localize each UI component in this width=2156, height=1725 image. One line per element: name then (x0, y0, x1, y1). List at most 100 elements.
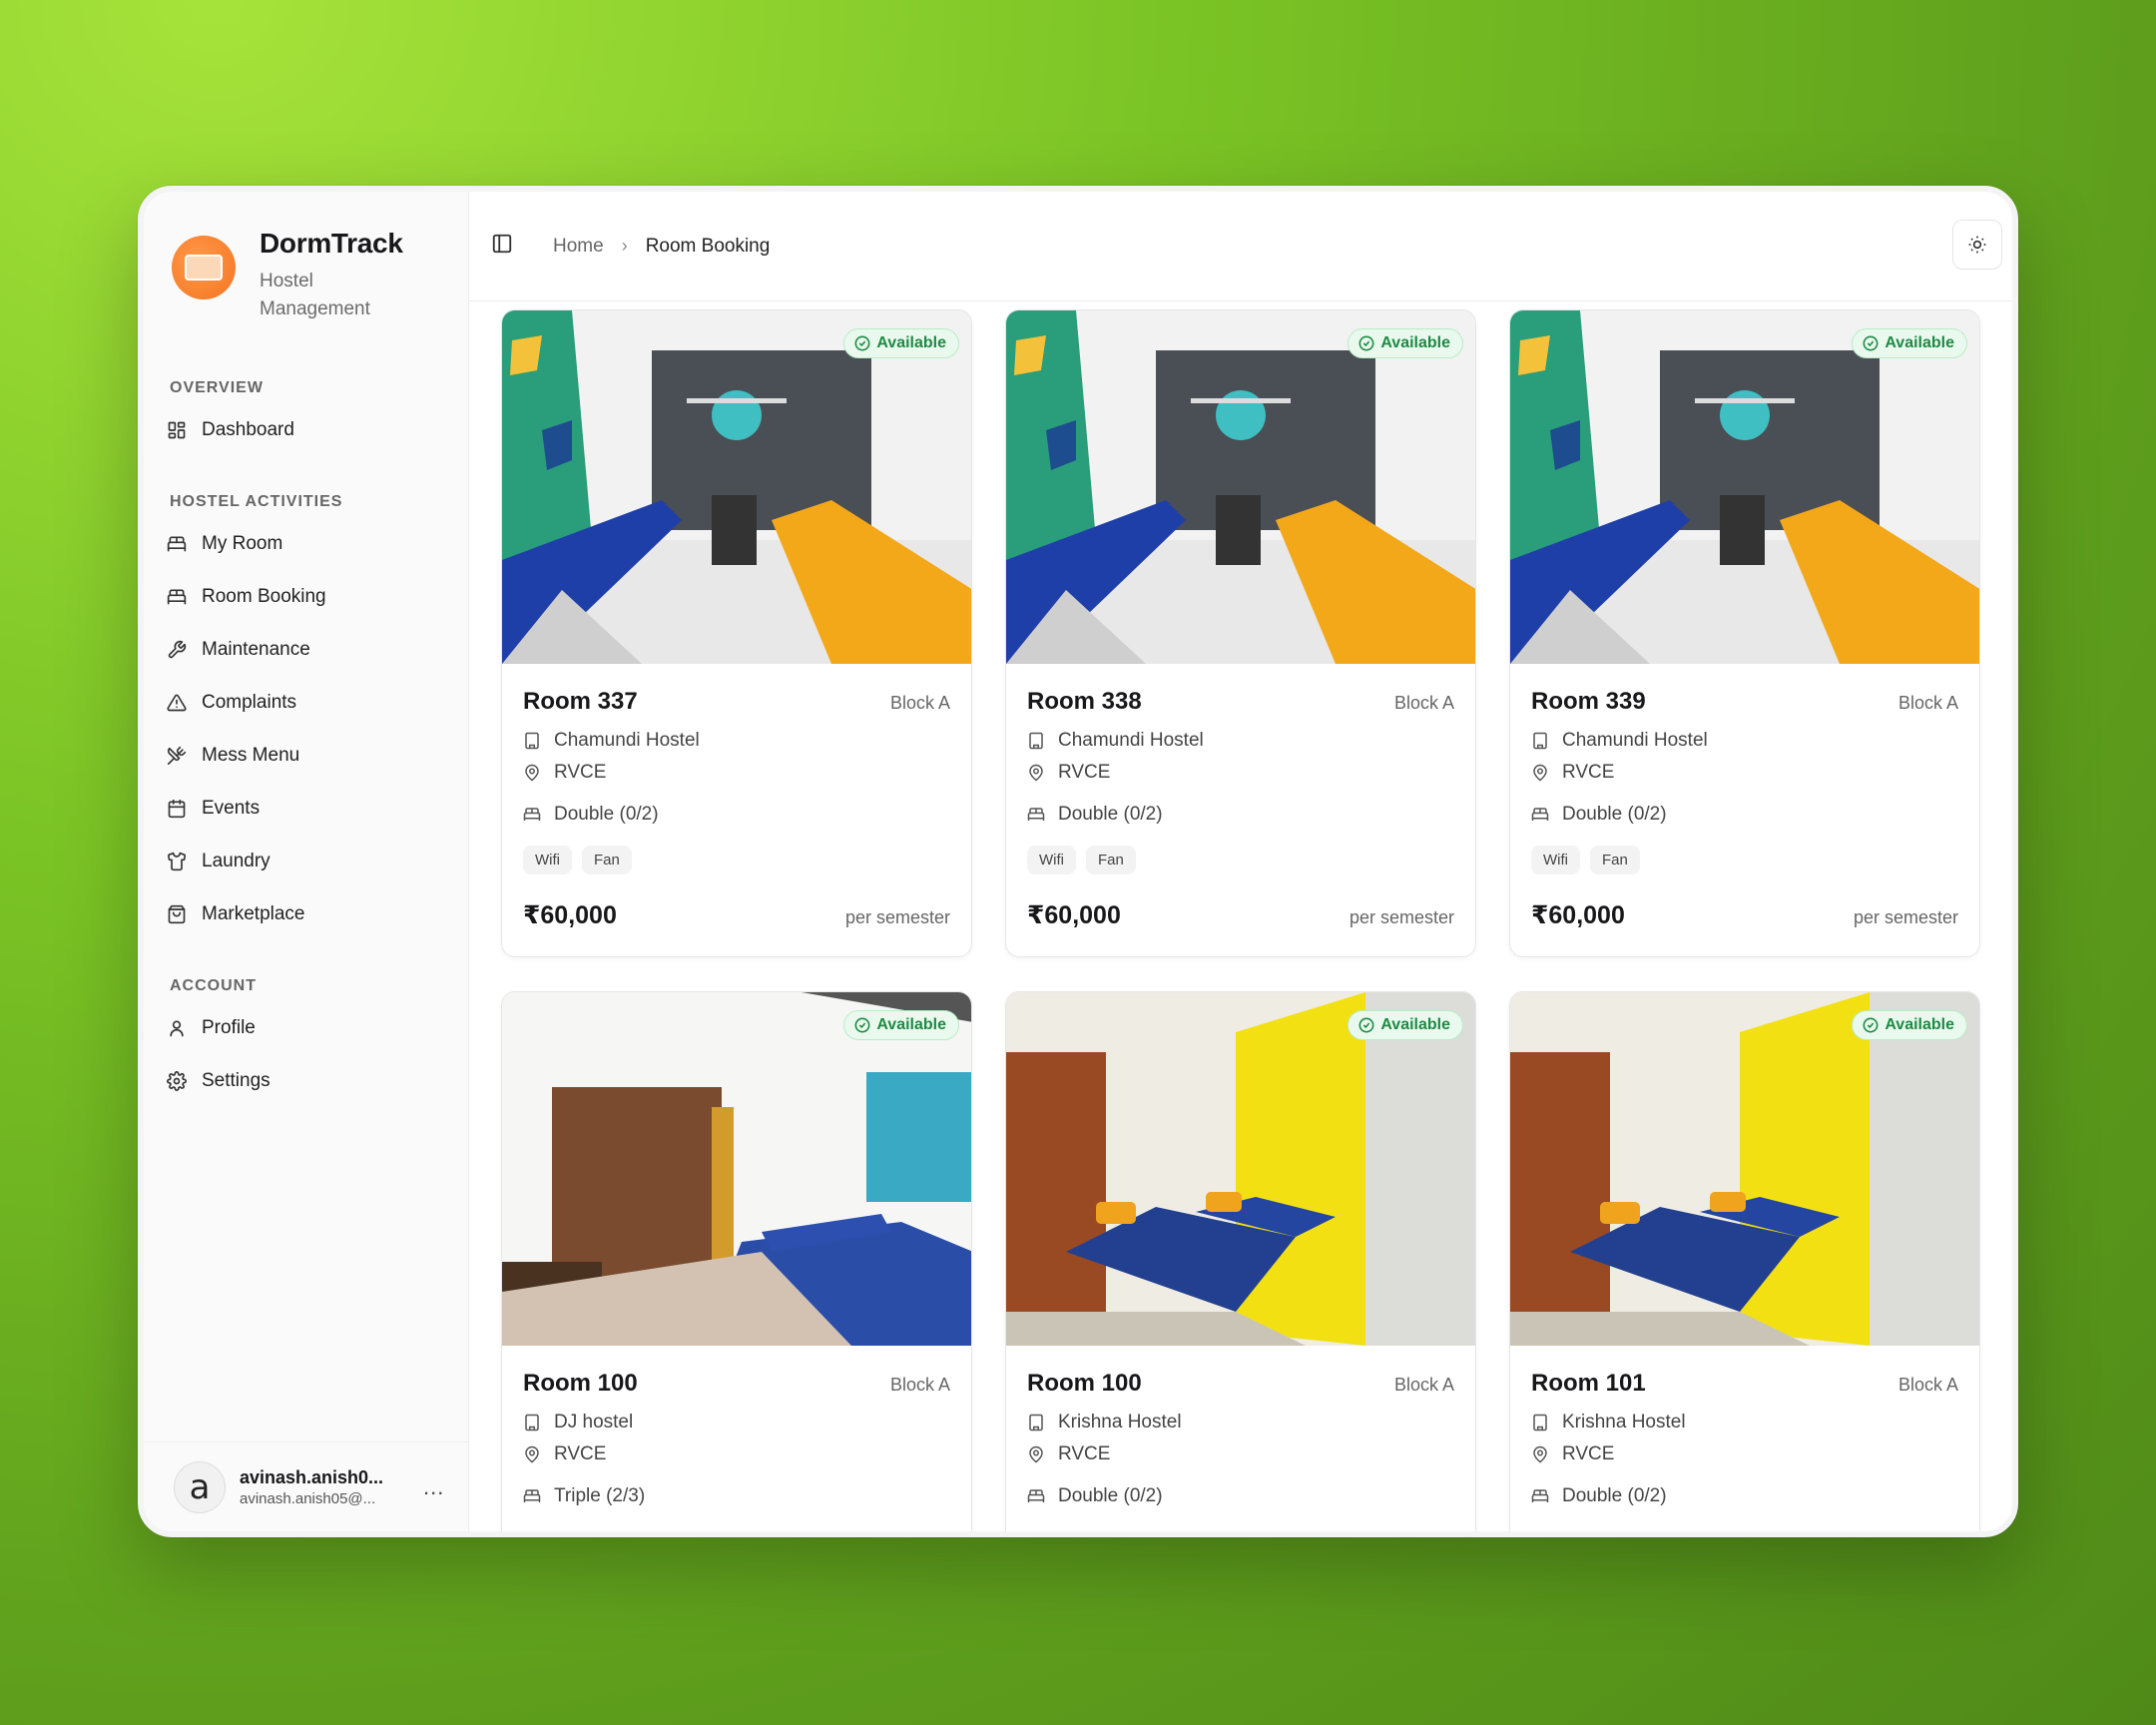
status-label: Available (1380, 334, 1450, 351)
check-circle-icon (1863, 1017, 1879, 1033)
amenity-tag: Fan (582, 846, 632, 874)
building-icon (1029, 732, 1043, 750)
price-period: per semester (844, 907, 950, 927)
room-hostel: DJ hostel (554, 1412, 634, 1433)
sidebar-toggle-icon[interactable] (491, 233, 513, 260)
sun-icon (1968, 236, 1986, 254)
building-icon (1533, 1414, 1547, 1432)
room-block: Block A (889, 1375, 950, 1395)
sidebar-item-label: Mess Menu (202, 744, 300, 766)
room-occupancy: Double (0/2) (554, 804, 659, 825)
room-block: Block A (1897, 1375, 1958, 1395)
amenity-tags: Wifi Fan (1027, 846, 1454, 874)
sidebar-item-marketplace[interactable]: Marketplace (144, 887, 468, 940)
room-card[interactable]: Available Room 337 Block A Chamundi Hostel R… (501, 309, 972, 957)
sidebar-item-label: My Room (202, 532, 283, 554)
check-circle-icon (1358, 335, 1374, 351)
breadcrumb-current: Room Booking (645, 235, 771, 257)
price-period: per semester (1348, 907, 1454, 927)
sidebar-item-label: Marketplace (202, 902, 305, 924)
price-period: per semester (1853, 907, 1958, 927)
room-photo: Available (1510, 992, 1979, 1346)
room-name: Room 100 (523, 1370, 638, 1397)
room-grid: Available Room 337 Block A Chamundi Hostel R… (501, 309, 1980, 1531)
room-hostel: Chamundi Hostel (1058, 730, 1204, 751)
bed-icon (1027, 808, 1045, 821)
status-label: Available (1380, 1016, 1450, 1033)
room-name: Room 338 (1027, 688, 1142, 715)
user-email: avinash.anish05@... (240, 1489, 376, 1507)
status-label: Available (876, 1016, 946, 1033)
user-name: avinash.anish0... (240, 1466, 384, 1487)
room-photo: Available (1006, 310, 1475, 664)
room-block: Block A (889, 693, 950, 713)
more-options-icon[interactable]: ... (423, 1474, 444, 1500)
room-price: ₹60,000 (1027, 901, 1121, 929)
breadcrumb-separator: › (621, 236, 628, 256)
check-circle-icon (854, 1017, 870, 1033)
room-card[interactable]: Available Room 100 Block A Krishna Hostel RV… (1005, 991, 1476, 1531)
sidebar-item-label: Settings (202, 1069, 270, 1091)
sidebar-item-room-booking[interactable]: Room Booking (144, 570, 468, 623)
check-circle-icon (1863, 335, 1879, 351)
brand[interactable]: DormTrack Hostel Management (144, 192, 468, 341)
sidebar-item-laundry[interactable]: Laundry (144, 835, 468, 887)
breadcrumb-home[interactable]: Home (553, 236, 604, 258)
room-price: ₹60,000 (523, 901, 617, 929)
room-hostel: Krishna Hostel (1058, 1412, 1182, 1433)
room-photo: Available (1510, 310, 1979, 664)
sidebar-item-profile[interactable]: Profile (144, 1001, 468, 1054)
sidebar-item-dashboard[interactable]: Dashboard (144, 403, 468, 456)
status-badge: Available (1348, 328, 1463, 358)
amenity-tag: Fan (1086, 846, 1136, 874)
bed-icon (523, 808, 541, 821)
check-circle-icon (1358, 1017, 1374, 1033)
sidebar-item-label: Events (202, 797, 261, 819)
room-card[interactable]: Available Room 101 Block A Krishna Hostel RV… (1509, 991, 1980, 1531)
room-college: RVCE (554, 1443, 607, 1464)
status-label: Available (876, 334, 946, 351)
alert-triangle-icon (166, 692, 188, 714)
room-price: ₹60,000 (1531, 901, 1625, 929)
breadcrumb: Home › Room Booking (553, 236, 770, 258)
bed-icon (1027, 1489, 1045, 1502)
status-badge: Available (843, 328, 959, 358)
status-label: Available (1885, 334, 1954, 351)
status-badge: Available (1852, 1010, 1967, 1040)
room-card[interactable]: Available Room 338 Block A Chamundi Hostel R… (1005, 309, 1476, 957)
sidebar-item-label: Complaints (202, 691, 297, 713)
room-hostel: Chamundi Hostel (554, 730, 700, 751)
room-block: Block A (1393, 1375, 1454, 1395)
map-pin-icon (1533, 1445, 1547, 1463)
room-photo: Available (502, 310, 971, 664)
calendar-icon (166, 798, 188, 820)
sidebar-item-mess-menu[interactable]: Mess Menu (144, 729, 468, 782)
room-block: Block A (1897, 693, 1958, 713)
bed-icon (523, 1489, 541, 1502)
status-badge: Available (843, 1010, 959, 1040)
sidebar-item-maintenance[interactable]: Maintenance (144, 623, 468, 676)
utensils-icon (166, 745, 188, 767)
amenity-tag: Fan (1590, 846, 1640, 874)
user-icon (166, 1017, 188, 1039)
sidebar-item-complaints[interactable]: Complaints (144, 676, 468, 729)
sidebar-item-my-room[interactable]: My Room (144, 517, 468, 570)
room-card[interactable]: Available Room 339 Block A Chamundi Hostel R… (1509, 309, 1980, 957)
room-occupancy: Double (0/2) (1058, 1485, 1163, 1506)
sidebar-item-events[interactable]: Events (144, 782, 468, 835)
room-hostel: Krishna Hostel (1562, 1412, 1686, 1433)
theme-toggle-button[interactable] (1952, 220, 2002, 270)
room-college: RVCE (1058, 1443, 1111, 1464)
amenity-tag: Wifi (523, 846, 572, 874)
map-pin-icon (1029, 764, 1043, 782)
sidebar-item-label: Profile (202, 1016, 256, 1038)
shirt-icon (166, 851, 188, 872)
room-hostel: Chamundi Hostel (1562, 730, 1708, 751)
amenity-tags: Wifi Fan (523, 846, 950, 874)
user-menu[interactable]: a avinash.anish0... avinash.anish05@... … (144, 1441, 468, 1531)
status-label: Available (1885, 1016, 1954, 1033)
sidebar-item-settings[interactable]: Settings (144, 1054, 468, 1107)
room-card[interactable]: Available Room 100 Block A DJ hostel RVCE Tri… (501, 991, 972, 1531)
building-icon (525, 732, 539, 750)
room-college: RVCE (1562, 762, 1615, 783)
